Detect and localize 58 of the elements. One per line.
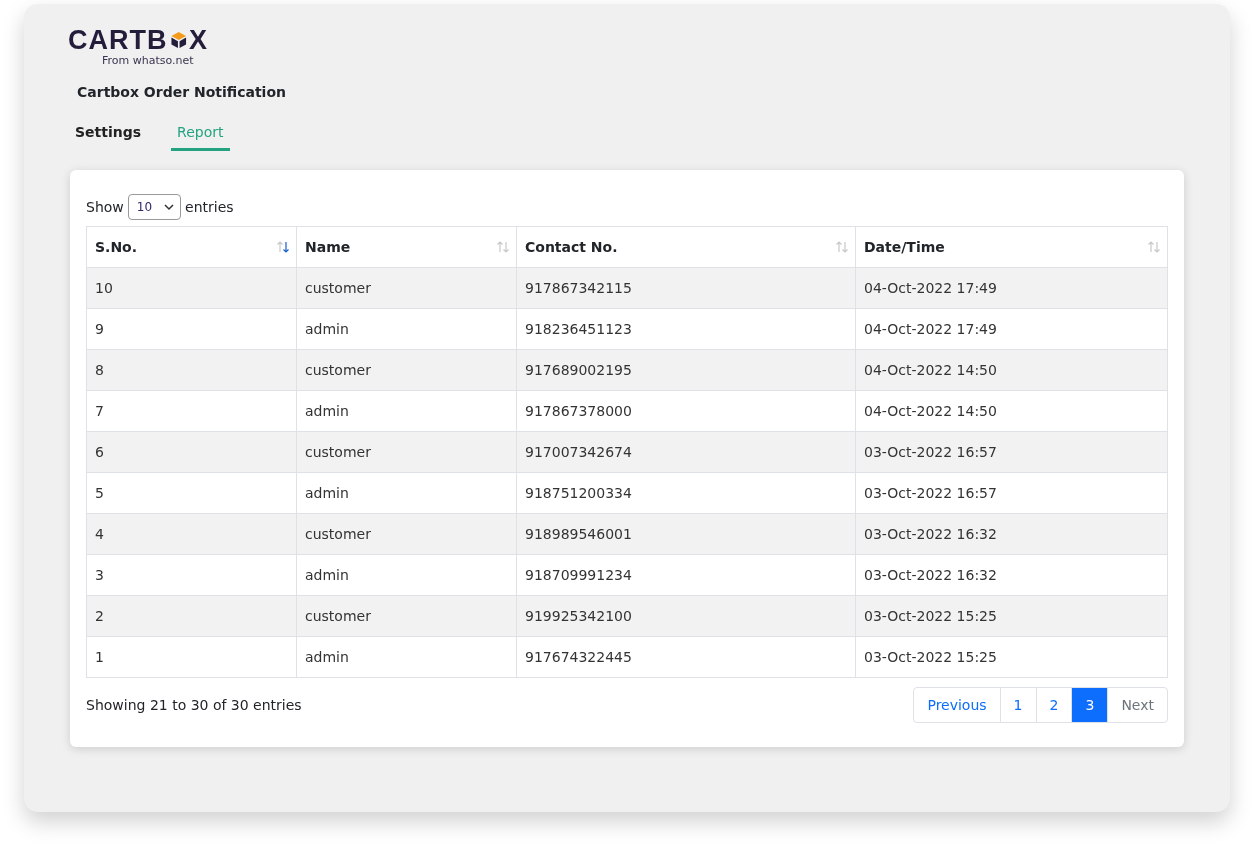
table-cell: 10 (86, 267, 297, 309)
table-cell: admin (296, 636, 517, 678)
table-cell: 7 (86, 390, 297, 432)
logo-text: X (189, 26, 208, 54)
table-cell: 1 (86, 636, 297, 678)
column-header[interactable]: Name (296, 226, 517, 268)
page-title: Cartbox Order Notification (77, 84, 287, 100)
table-cell: 917007342674 (516, 431, 856, 473)
table-cell: 917867342115 (516, 267, 856, 309)
column-header[interactable]: S.No. (86, 226, 297, 268)
table-cell: 03-Oct-2022 15:25 (855, 636, 1168, 678)
table-cell: customer (296, 349, 517, 391)
table-cell: 917674322445 (516, 636, 856, 678)
table-cell: 03-Oct-2022 16:57 (855, 431, 1168, 473)
table-cell: admin (296, 308, 517, 350)
table-cell: 8 (86, 349, 297, 391)
table-cell: customer (296, 595, 517, 637)
table-cell: 2 (86, 595, 297, 637)
cube-icon (168, 29, 188, 51)
logo-tagline: From whatso.net (102, 54, 195, 67)
table-cell: 917867378000 (516, 390, 856, 432)
table-cell: 3 (86, 554, 297, 596)
table-cell: 9 (86, 308, 297, 350)
table-cell: 919925342100 (516, 595, 856, 637)
table-cell: customer (296, 431, 517, 473)
table-cell: 917689002195 (516, 349, 856, 391)
entries-info: Showing 21 to 30 of 30 entries (86, 697, 302, 713)
table-cell: customer (296, 267, 517, 309)
entries-select[interactable]: 10 (127, 194, 182, 220)
page-link[interactable]: 3 (1071, 688, 1108, 722)
table-cell: 04-Oct-2022 14:50 (855, 349, 1168, 391)
table-cell: 918709991234 (516, 554, 856, 596)
table-cell: 5 (86, 472, 297, 514)
table-cell: 918751200334 (516, 472, 856, 514)
tab[interactable]: Settings (75, 122, 148, 151)
table-cell: 04-Oct-2022 17:49 (855, 308, 1168, 350)
table-cell: admin (296, 472, 517, 514)
table-cell: 03-Oct-2022 15:25 (855, 595, 1168, 637)
table-cell: 4 (86, 513, 297, 555)
logo-text: CARTB (68, 26, 168, 54)
column-header[interactable]: Date/Time (855, 226, 1168, 268)
table-cell: 03-Oct-2022 16:32 (855, 513, 1168, 555)
table-cell: 918236451123 (516, 308, 856, 350)
page-link[interactable]: Previous (914, 688, 1000, 722)
table-cell: customer (296, 513, 517, 555)
table-cell: admin (296, 390, 517, 432)
column-header[interactable]: Contact No. (516, 226, 856, 268)
entries-label: entries (185, 199, 234, 215)
table-cell: admin (296, 554, 517, 596)
show-label: Show (86, 199, 124, 215)
table-cell: 04-Oct-2022 14:50 (855, 390, 1168, 432)
table-cell: 03-Oct-2022 16:57 (855, 472, 1168, 514)
table-cell: 04-Oct-2022 17:49 (855, 267, 1168, 309)
page-link[interactable]: 1 (999, 688, 1036, 722)
table-cell: 6 (86, 431, 297, 473)
table-cell: 918989546001 (516, 513, 856, 555)
table-cell: 03-Oct-2022 16:32 (855, 554, 1168, 596)
chevron-down-icon (164, 203, 175, 211)
